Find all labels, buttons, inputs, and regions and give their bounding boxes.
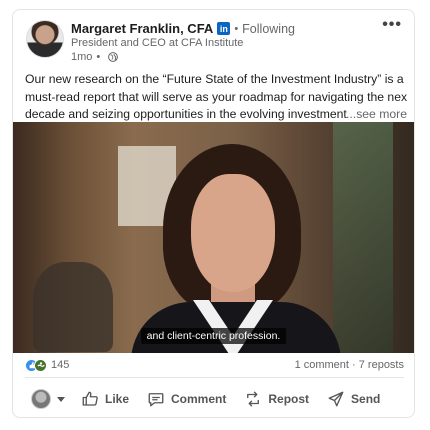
like-button[interactable]: Like — [81, 390, 129, 408]
post-card: Margaret Franklin, CFA in • Following Pr… — [12, 9, 415, 418]
video-player[interactable]: and client-centric profession. — [13, 122, 414, 353]
video-background-statue — [33, 262, 113, 352]
repost-button[interactable]: Repost — [244, 390, 309, 408]
post-time: 1mo — [71, 51, 93, 63]
comments-reposts-count[interactable]: 1 comment · 7 reposts — [295, 359, 404, 371]
author-avatar[interactable] — [26, 20, 64, 58]
more-options-icon[interactable]: ••• — [382, 16, 402, 34]
divider — [25, 377, 404, 378]
author-headline: President and CEO at CFA Institute — [71, 37, 244, 49]
send-button[interactable]: Send — [327, 390, 380, 408]
video-caption: and client-centric profession. — [140, 328, 287, 344]
post-text-line: must-read report that will serve as your… — [25, 89, 407, 104]
video-speaker-face — [191, 174, 275, 292]
comment-icon — [148, 393, 164, 407]
linkedin-badge-icon: in — [217, 22, 231, 35]
post-header: Margaret Franklin, CFA in • Following Pr… — [13, 10, 414, 68]
like-label: Like — [105, 392, 130, 406]
separator-dot: • — [234, 22, 239, 35]
separator-dot: • — [96, 51, 101, 63]
follow-status[interactable]: Following — [242, 22, 295, 36]
chevron-down-icon — [57, 396, 65, 402]
see-more-link[interactable]: ...see more — [342, 106, 407, 124]
social-counts: 145 1 comment · 7 reposts — [25, 355, 404, 375]
repost-label: Repost — [268, 392, 310, 406]
video-background-door — [333, 122, 393, 353]
globe-icon — [108, 52, 119, 62]
send-icon — [328, 391, 344, 407]
post-meta: 1mo • — [71, 51, 119, 63]
post-text-line-content: decade and seizing opportunities in the … — [25, 107, 347, 121]
comment-label: Comment — [171, 392, 227, 406]
comment-button[interactable]: Comment — [147, 390, 226, 408]
repost-icon — [247, 391, 260, 407]
post-text-line-last: ...see more decade and seizing opportuni… — [25, 106, 407, 124]
author-name-row: Margaret Franklin, CFA in • Following — [71, 21, 295, 36]
support-reaction-icon — [34, 358, 47, 372]
post-text-line: Our new research on the “Future State of… — [25, 72, 404, 86]
actor-selector[interactable] — [31, 389, 65, 409]
author-name[interactable]: Margaret Franklin, CFA — [71, 21, 213, 36]
thumbs-up-icon — [82, 391, 98, 406]
reaction-icons[interactable] — [25, 358, 47, 372]
action-bar: Like Comment Repost Send — [13, 383, 414, 415]
post-body: Our new research on the “Future State of… — [25, 71, 407, 124]
actor-avatar — [31, 389, 51, 409]
send-label: Send — [351, 392, 381, 406]
reactions-count[interactable]: 145 — [51, 359, 69, 371]
